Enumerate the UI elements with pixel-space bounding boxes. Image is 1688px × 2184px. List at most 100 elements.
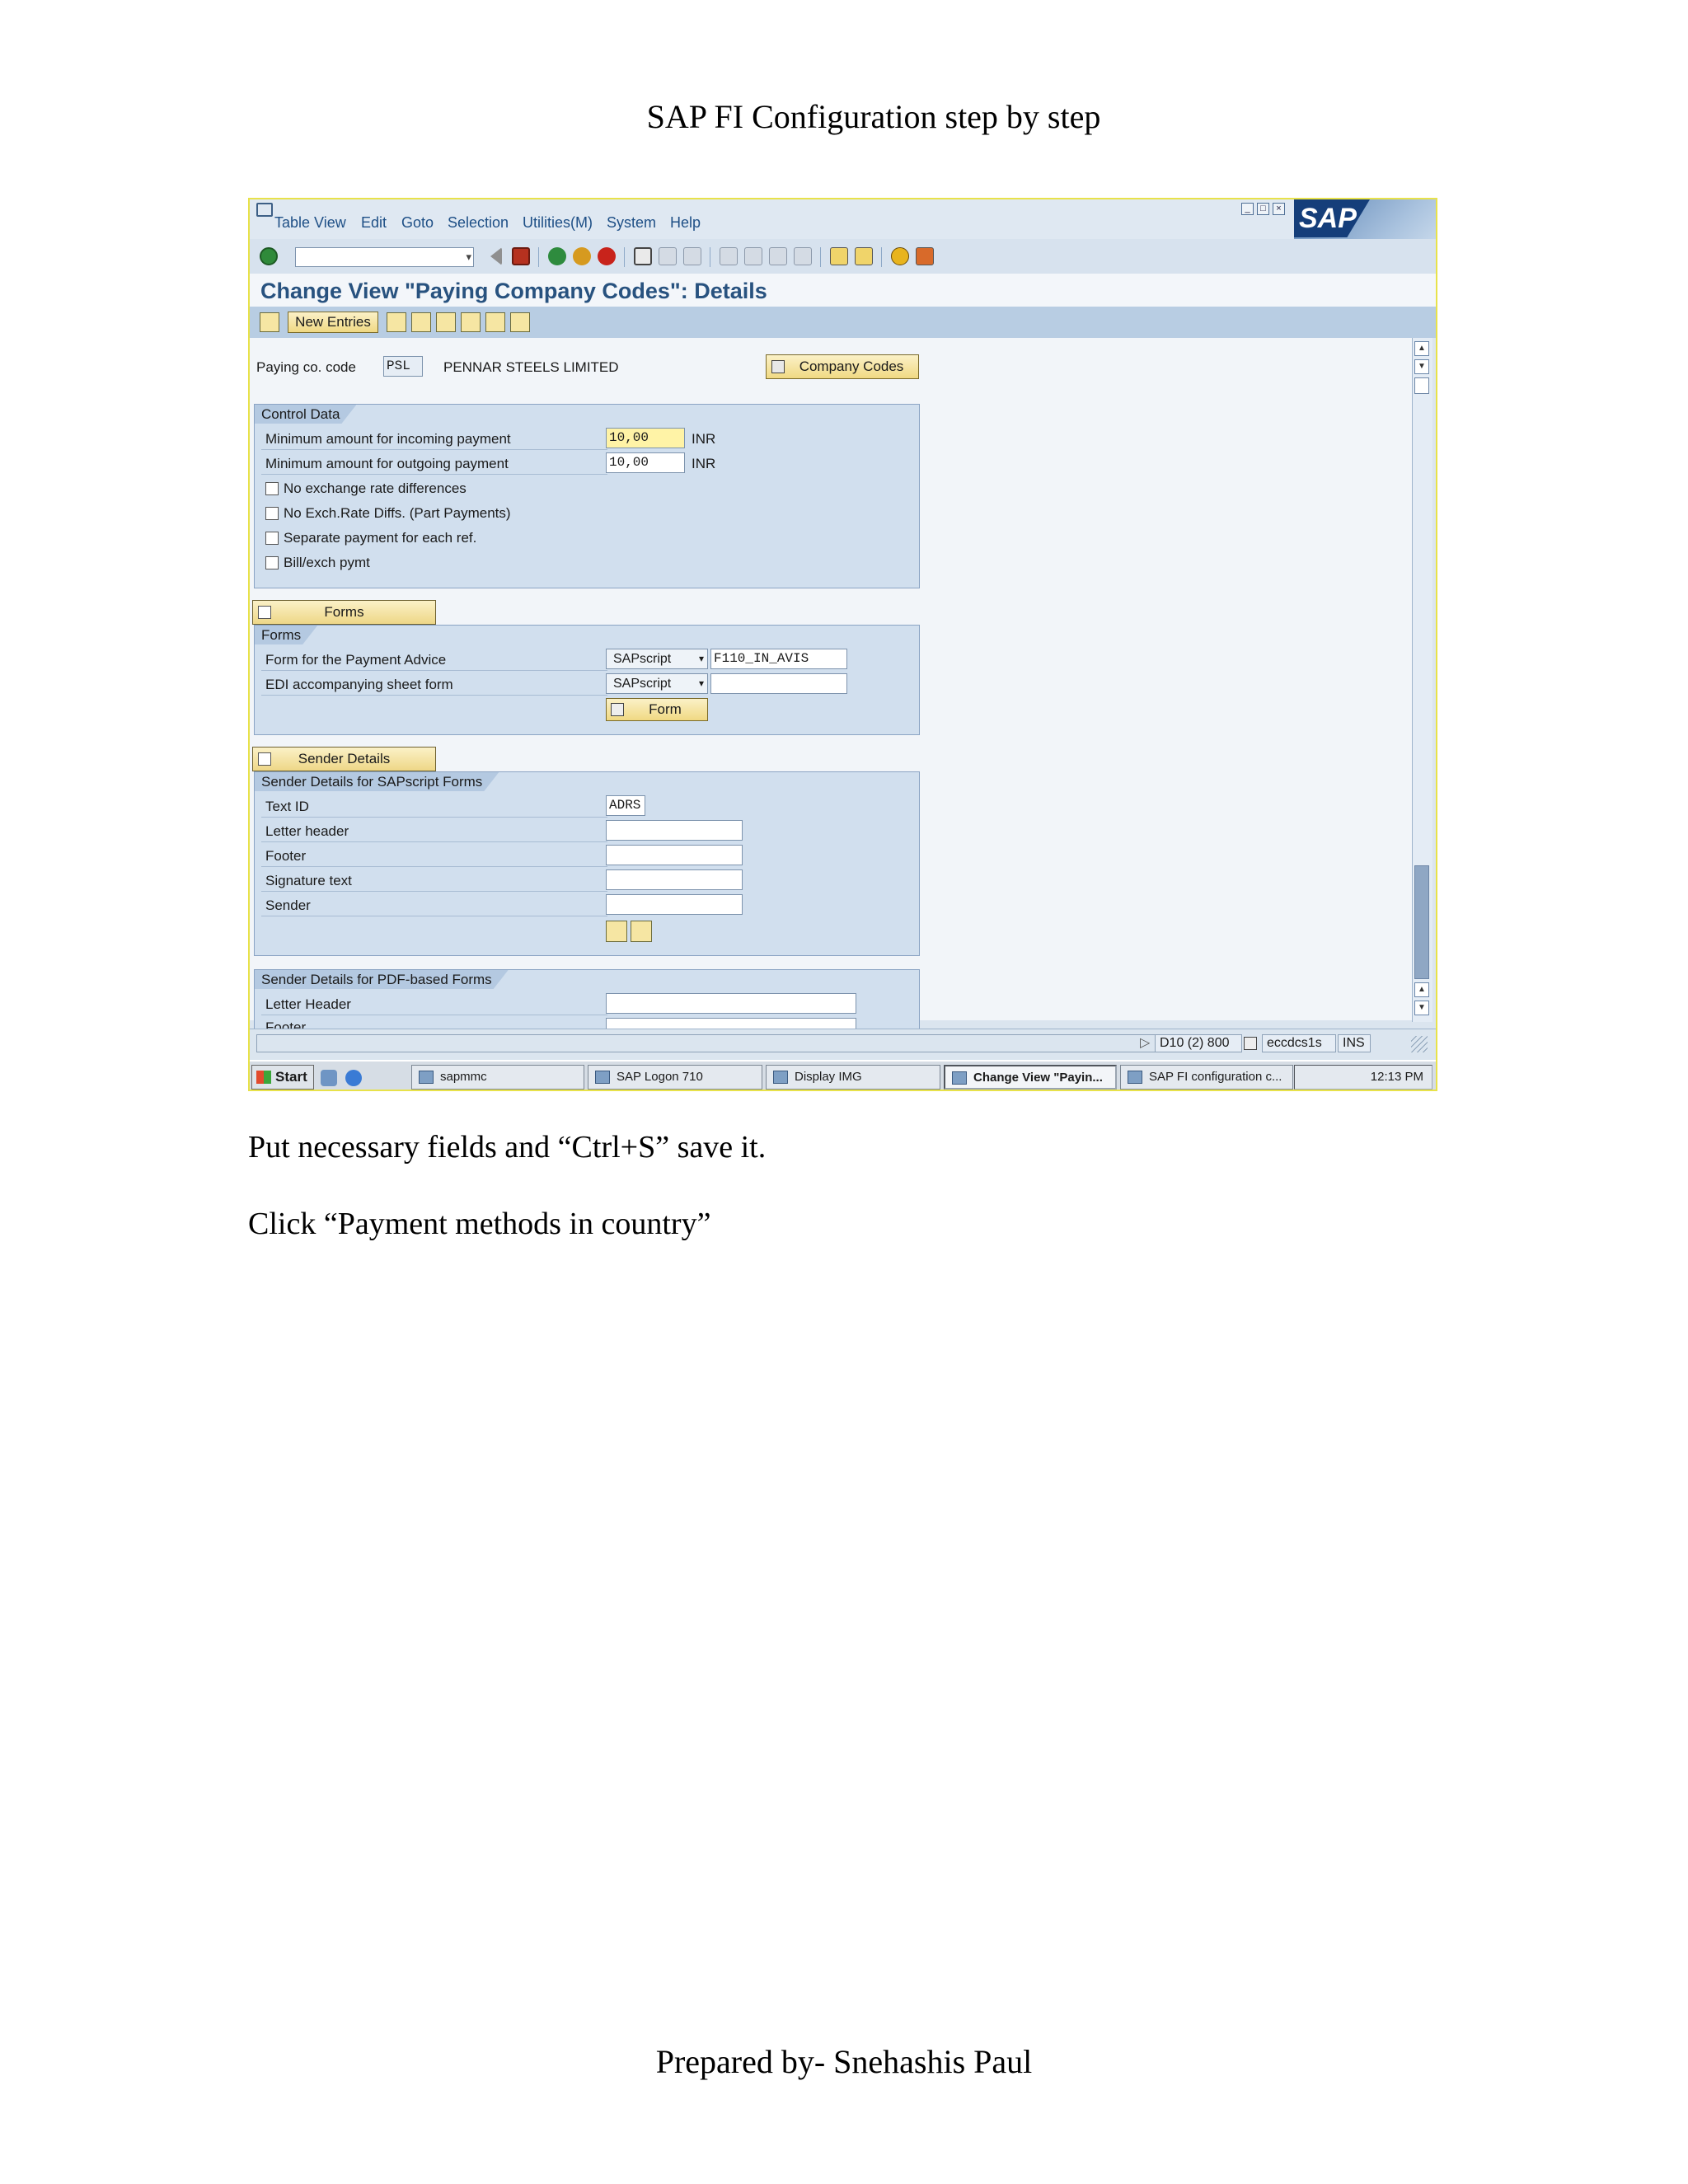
sender-sapscript-title: Sender Details for SAPscript Forms — [255, 772, 499, 791]
edi-type-select[interactable]: SAPscript ▾ — [606, 673, 708, 694]
browser-icon[interactable] — [345, 1070, 362, 1086]
toolbar-separator — [881, 247, 882, 267]
next-page-icon[interactable] — [769, 247, 787, 265]
previous-page-icon[interactable] — [744, 247, 762, 265]
help-icon[interactable] — [891, 247, 909, 265]
command-field[interactable]: ▾ — [295, 247, 474, 267]
sender-field[interactable] — [606, 894, 743, 915]
pdf-letter-header-field[interactable] — [606, 993, 856, 1014]
task-sapmmc[interactable]: sapmmc — [411, 1065, 584, 1090]
first-page-icon[interactable] — [720, 247, 738, 265]
task-sap-logon[interactable]: SAP Logon 710 — [588, 1065, 762, 1090]
text-id-field[interactable]: ADRS — [606, 795, 645, 816]
task-icon — [1128, 1071, 1142, 1084]
system-info-icon[interactable] — [1244, 1037, 1257, 1050]
edit-text-icon[interactable] — [631, 921, 652, 942]
dropdown-icon[interactable]: ▾ — [699, 674, 704, 693]
task-icon — [595, 1071, 610, 1084]
restore-icon[interactable]: □ — [1257, 203, 1269, 215]
paying-co-code-field[interactable]: PSL — [383, 356, 423, 377]
min-incoming-currency: INR — [692, 431, 716, 447]
menu-utilities[interactable]: Utilities(M) — [523, 214, 593, 232]
menu-selection[interactable]: Selection — [448, 214, 509, 232]
window-menu-icon[interactable] — [256, 203, 273, 217]
display-text-icon[interactable] — [606, 921, 627, 942]
row-divider — [261, 695, 607, 696]
company-codes-button[interactable]: Company Codes — [766, 354, 919, 379]
back-icon[interactable] — [548, 247, 566, 265]
vertical-scrollbar[interactable]: ▲ ▼ ▲ ▼ — [1412, 338, 1432, 1022]
paying-co-code-label: Paying co. code — [256, 359, 356, 375]
save-icon[interactable] — [512, 247, 530, 265]
other-entry-icon[interactable] — [510, 312, 530, 332]
last-page-icon[interactable] — [794, 247, 812, 265]
resize-grip-icon[interactable] — [1411, 1036, 1428, 1052]
page-up-icon[interactable]: ▲ — [1414, 982, 1429, 997]
row-divider — [261, 891, 607, 892]
sender-details-tab-button[interactable]: Sender Details — [252, 747, 436, 771]
menu-table-view[interactable]: Table View — [274, 214, 346, 232]
menu-help[interactable]: Help — [670, 214, 701, 232]
task-label: SAP FI configuration c... — [1149, 1070, 1282, 1084]
back-arrow-icon[interactable] — [490, 247, 502, 265]
company-name: PENNAR STEELS LIMITED — [443, 359, 619, 375]
new-session-icon[interactable] — [830, 247, 848, 265]
undo-change-icon[interactable] — [436, 312, 456, 332]
page-down-icon[interactable]: ▼ — [1414, 1001, 1429, 1015]
letter-header-field[interactable] — [606, 820, 743, 841]
enter-icon[interactable] — [260, 247, 278, 265]
cancel-icon[interactable] — [598, 247, 616, 265]
footer-field[interactable] — [606, 845, 743, 865]
screen-title: Change View "Paying Company Codes": Deta… — [260, 279, 767, 303]
previous-entry-icon[interactable] — [461, 312, 481, 332]
letter-header-label: Letter header — [265, 823, 349, 839]
delete-icon[interactable] — [411, 312, 431, 332]
min-outgoing-field[interactable]: 10,00 — [606, 452, 685, 473]
task-label: Change View "Payin... — [973, 1071, 1103, 1085]
menu-goto[interactable]: Goto — [401, 214, 434, 232]
find-icon[interactable] — [659, 247, 677, 265]
min-incoming-field[interactable]: 10,00 — [606, 428, 685, 448]
scroll-track-thumb[interactable] — [1414, 865, 1429, 979]
quick-launch-icon[interactable] — [321, 1070, 337, 1086]
no-exch-rate-part-payments-checkbox[interactable] — [265, 507, 279, 520]
start-button[interactable]: Start — [251, 1065, 314, 1090]
exit-icon[interactable] — [573, 247, 591, 265]
payment-advice-type-select[interactable]: SAPscript ▾ — [606, 649, 708, 669]
task-change-view[interactable]: Change View "Payin... — [944, 1065, 1117, 1090]
scroll-thumb[interactable] — [1414, 377, 1429, 394]
sender-label: Sender — [265, 898, 311, 913]
display-change-icon[interactable] — [260, 312, 279, 332]
scroll-up-icon[interactable]: ▲ — [1414, 341, 1429, 356]
expand-status-icon[interactable]: ▷ — [1140, 1034, 1150, 1051]
tray-clock: 12:13 PM — [1370, 1070, 1423, 1084]
dropdown-icon[interactable]: ▾ — [699, 649, 704, 668]
print-icon[interactable] — [634, 247, 652, 265]
forms-tab-button[interactable]: Forms — [252, 600, 436, 625]
shortcut-icon[interactable] — [855, 247, 873, 265]
payment-advice-form-field[interactable]: F110_IN_AVIS — [710, 649, 847, 669]
task-sap-fi-doc[interactable]: SAP FI configuration c... — [1120, 1065, 1293, 1090]
separate-payment-checkbox[interactable] — [265, 532, 279, 545]
find-next-icon[interactable] — [683, 247, 701, 265]
next-entry-icon[interactable] — [485, 312, 505, 332]
new-entries-button[interactable]: New Entries — [288, 312, 378, 333]
copy-as-icon[interactable] — [387, 312, 406, 332]
task-label: SAP Logon 710 — [617, 1070, 703, 1084]
layout-menu-icon[interactable] — [916, 247, 934, 265]
menu-edit[interactable]: Edit — [361, 214, 387, 232]
no-exchange-rate-diff-checkbox[interactable] — [265, 482, 279, 495]
command-dropdown-icon[interactable]: ▾ — [466, 251, 471, 264]
form-button[interactable]: Form — [606, 698, 708, 721]
row-divider — [261, 841, 607, 842]
signature-field[interactable] — [606, 869, 743, 890]
menu-system[interactable]: System — [607, 214, 656, 232]
minimize-icon[interactable]: _ — [1241, 203, 1254, 215]
bill-exch-pymt-checkbox[interactable] — [265, 556, 279, 569]
task-display-img[interactable]: Display IMG — [766, 1065, 940, 1090]
scroll-down-icon[interactable]: ▼ — [1414, 359, 1429, 374]
task-icon — [419, 1071, 434, 1084]
application-toolbar: New Entries — [250, 307, 1436, 338]
edi-form-field[interactable] — [710, 673, 847, 694]
close-icon[interactable]: × — [1273, 203, 1285, 215]
